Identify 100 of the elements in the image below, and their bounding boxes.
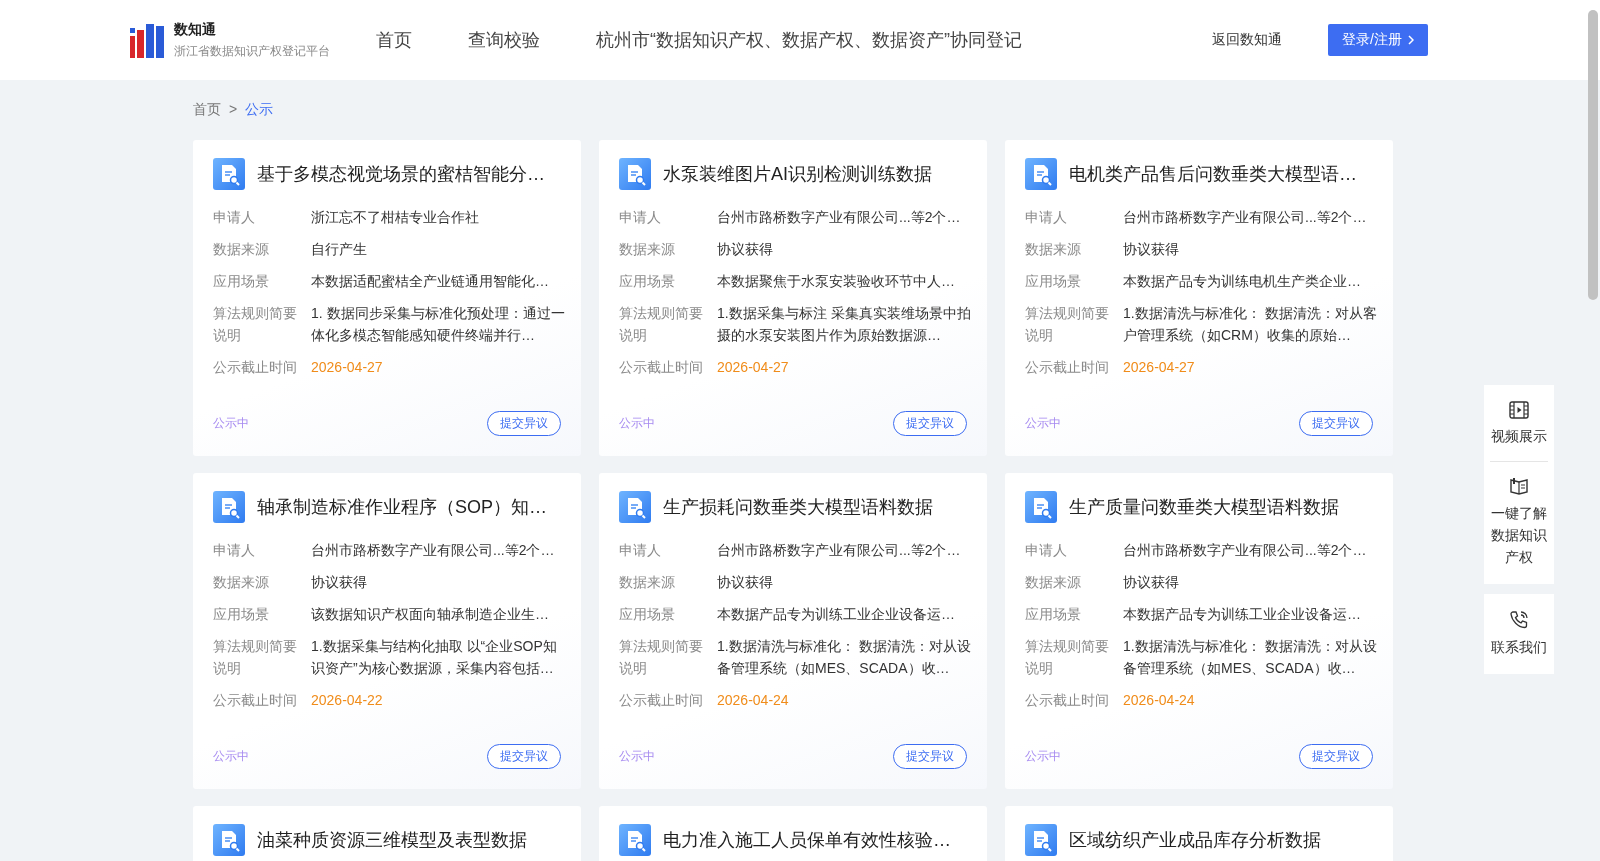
field-value: 2026-04-24	[1123, 691, 1195, 710]
field-value: 1.数据采集与标注 采集真实装维场景中拍摄的水泵安装图片作为原始数据源…	[717, 304, 972, 345]
nav-link[interactable]: 首页	[376, 28, 412, 52]
document-search-icon	[213, 824, 245, 856]
field-label: 数据来源	[1025, 240, 1082, 259]
field-value: 1.数据清洗与标准化： 数据清洗：对从设备管理系统（如MES、SCADA）收…	[1123, 637, 1378, 678]
objection-button[interactable]: 提交异议	[893, 411, 967, 436]
document-search-icon	[1025, 491, 1057, 523]
field-label: 算法规则简要说明	[213, 304, 298, 345]
field-value: 台州市路桥数字产业有限公司...等2个…	[1123, 208, 1367, 227]
film-icon	[1509, 401, 1529, 419]
field-value: 浙江忘不了柑桔专业合作社	[311, 208, 479, 227]
field-value: 协议获得	[717, 240, 773, 259]
card-title[interactable]: 生产质量问数垂类大模型语料数据	[1069, 495, 1339, 519]
card-title[interactable]: 基于多模态视觉场景的蜜桔智能分…	[257, 162, 545, 186]
field-value: 1. 数据同步采集与标准化预处理：通过一体化多模态智能感知硬件终端并行…	[311, 304, 566, 345]
side-panel-link[interactable]: 视频展示	[1490, 425, 1548, 447]
breadcrumb-separator: >	[229, 101, 238, 119]
field-label: 应用场景	[619, 605, 676, 624]
breadcrumb-link[interactable]: 公示	[245, 101, 274, 121]
breadcrumb-link[interactable]: 首页	[193, 101, 221, 121]
field-label: 申请人	[619, 208, 662, 227]
field-value: 1.数据采集与结构化抽取 以“企业SOP知识资产”为核心数据源，采集内容包括…	[311, 637, 558, 678]
objection-button[interactable]: 提交异议	[487, 411, 561, 436]
field-label: 申请人	[1025, 541, 1068, 560]
card-title[interactable]: 水泵装维图片AI识别检测训练数据	[663, 162, 932, 186]
field-label: 申请人	[213, 541, 256, 560]
card-title[interactable]: 生产损耗问数垂类大模型语料数据	[663, 495, 933, 519]
field-value: 协议获得	[311, 573, 367, 592]
field-value: 1.数据清洗与标准化： 数据清洗：对从客户管理系统（如CRM）收集的原始…	[1123, 304, 1378, 345]
field-label: 公示截止时间	[213, 691, 298, 710]
field-label: 申请人	[1025, 208, 1068, 227]
objection-button[interactable]: 提交异议	[1299, 744, 1373, 769]
field-label: 算法规则简要说明	[213, 637, 298, 678]
field-value: 自行产生	[311, 240, 367, 259]
field-label: 应用场景	[213, 272, 270, 291]
card-title[interactable]: 油菜种质资源三维模型及表型数据	[257, 828, 527, 852]
field-value: 本数据聚焦于水泵安装验收环节中人…	[717, 272, 955, 291]
document-search-icon	[619, 158, 651, 190]
field-value: 台州市路桥数字产业有限公司...等2个…	[717, 541, 961, 560]
field-value: 本数据适配蜜桔全产业链通用智能化…	[311, 272, 549, 291]
field-label: 数据来源	[619, 240, 676, 259]
field-label: 公示截止时间	[619, 691, 704, 710]
field-value: 1.数据清洗与标准化： 数据清洗：对从设备管理系统（如MES、SCADA）收…	[717, 637, 972, 678]
card-title[interactable]: 区域纺织产业成品库存分析数据	[1069, 828, 1321, 852]
side-panel-link[interactable]: 联系我们	[1490, 636, 1548, 658]
card-title[interactable]: 电力准入施工人员保单有效性核验…	[663, 828, 951, 852]
logo-title: 数知通	[174, 20, 217, 39]
status-label: 公示中	[213, 415, 249, 432]
field-value: 2026-04-24	[717, 691, 789, 710]
field-label: 公示截止时间	[1025, 358, 1110, 377]
field-value: 本数据产品专为训练工业企业设备运…	[717, 605, 955, 624]
back-link[interactable]: 返回数知通	[1212, 31, 1283, 49]
field-value: 本数据产品专为训练电机生产类企业…	[1123, 272, 1361, 291]
field-label: 数据来源	[619, 573, 676, 592]
side-panel-link[interactable]: 一键了解数据知识产权	[1490, 502, 1548, 568]
document-search-icon	[213, 158, 245, 190]
field-label: 数据来源	[213, 573, 270, 592]
field-value: 2026-04-27	[1123, 358, 1195, 377]
objection-button[interactable]: 提交异议	[893, 744, 967, 769]
document-search-icon	[213, 491, 245, 523]
field-value: 2026-04-22	[311, 691, 383, 710]
field-label: 公示截止时间	[213, 358, 298, 377]
field-label: 应用场景	[1025, 272, 1082, 291]
field-label: 算法规则简要说明	[619, 304, 704, 345]
objection-button[interactable]: 提交异议	[1299, 411, 1373, 436]
field-label: 申请人	[619, 541, 662, 560]
field-value: 2026-04-27	[311, 358, 383, 377]
scrollbar[interactable]	[1588, 10, 1598, 300]
field-value: 协议获得	[1123, 240, 1179, 259]
field-label: 算法规则简要说明	[619, 637, 704, 678]
document-search-icon	[619, 824, 651, 856]
field-label: 申请人	[213, 208, 256, 227]
nav-link[interactable]: 查询校验	[468, 28, 540, 52]
status-label: 公示中	[1025, 748, 1061, 765]
status-label: 公示中	[213, 748, 249, 765]
nav-link[interactable]: 杭州市“数据知识产权、数据产权、数据资产”协同登记	[596, 28, 1022, 52]
book-icon	[1509, 476, 1529, 496]
field-value: 本数据产品专为训练工业企业设备运…	[1123, 605, 1361, 624]
status-label: 公示中	[619, 748, 655, 765]
field-value: 台州市路桥数字产业有限公司...等2个…	[1123, 541, 1367, 560]
document-search-icon	[1025, 158, 1057, 190]
field-label: 数据来源	[213, 240, 270, 259]
field-label: 应用场景	[619, 272, 676, 291]
phone-icon	[1509, 610, 1529, 630]
logo-icon	[130, 22, 164, 58]
chevron-icon	[1408, 35, 1414, 45]
card-title[interactable]: 轴承制造标准作业程序（SOP）知…	[257, 495, 547, 519]
status-label: 公示中	[619, 415, 655, 432]
field-value: 协议获得	[717, 573, 773, 592]
login-button[interactable]: 登录/注册	[1328, 24, 1428, 56]
field-label: 应用场景	[1025, 605, 1082, 624]
field-label: 应用场景	[213, 605, 270, 624]
card-title[interactable]: 电机类产品售后问数垂类大模型语…	[1069, 162, 1357, 186]
field-label: 数据来源	[1025, 573, 1082, 592]
objection-button[interactable]: 提交异议	[487, 744, 561, 769]
field-label: 公示截止时间	[1025, 691, 1110, 710]
document-search-icon	[1025, 824, 1057, 856]
field-value: 该数据知识产权面向轴承制造企业生…	[311, 605, 549, 624]
status-label: 公示中	[1025, 415, 1061, 432]
